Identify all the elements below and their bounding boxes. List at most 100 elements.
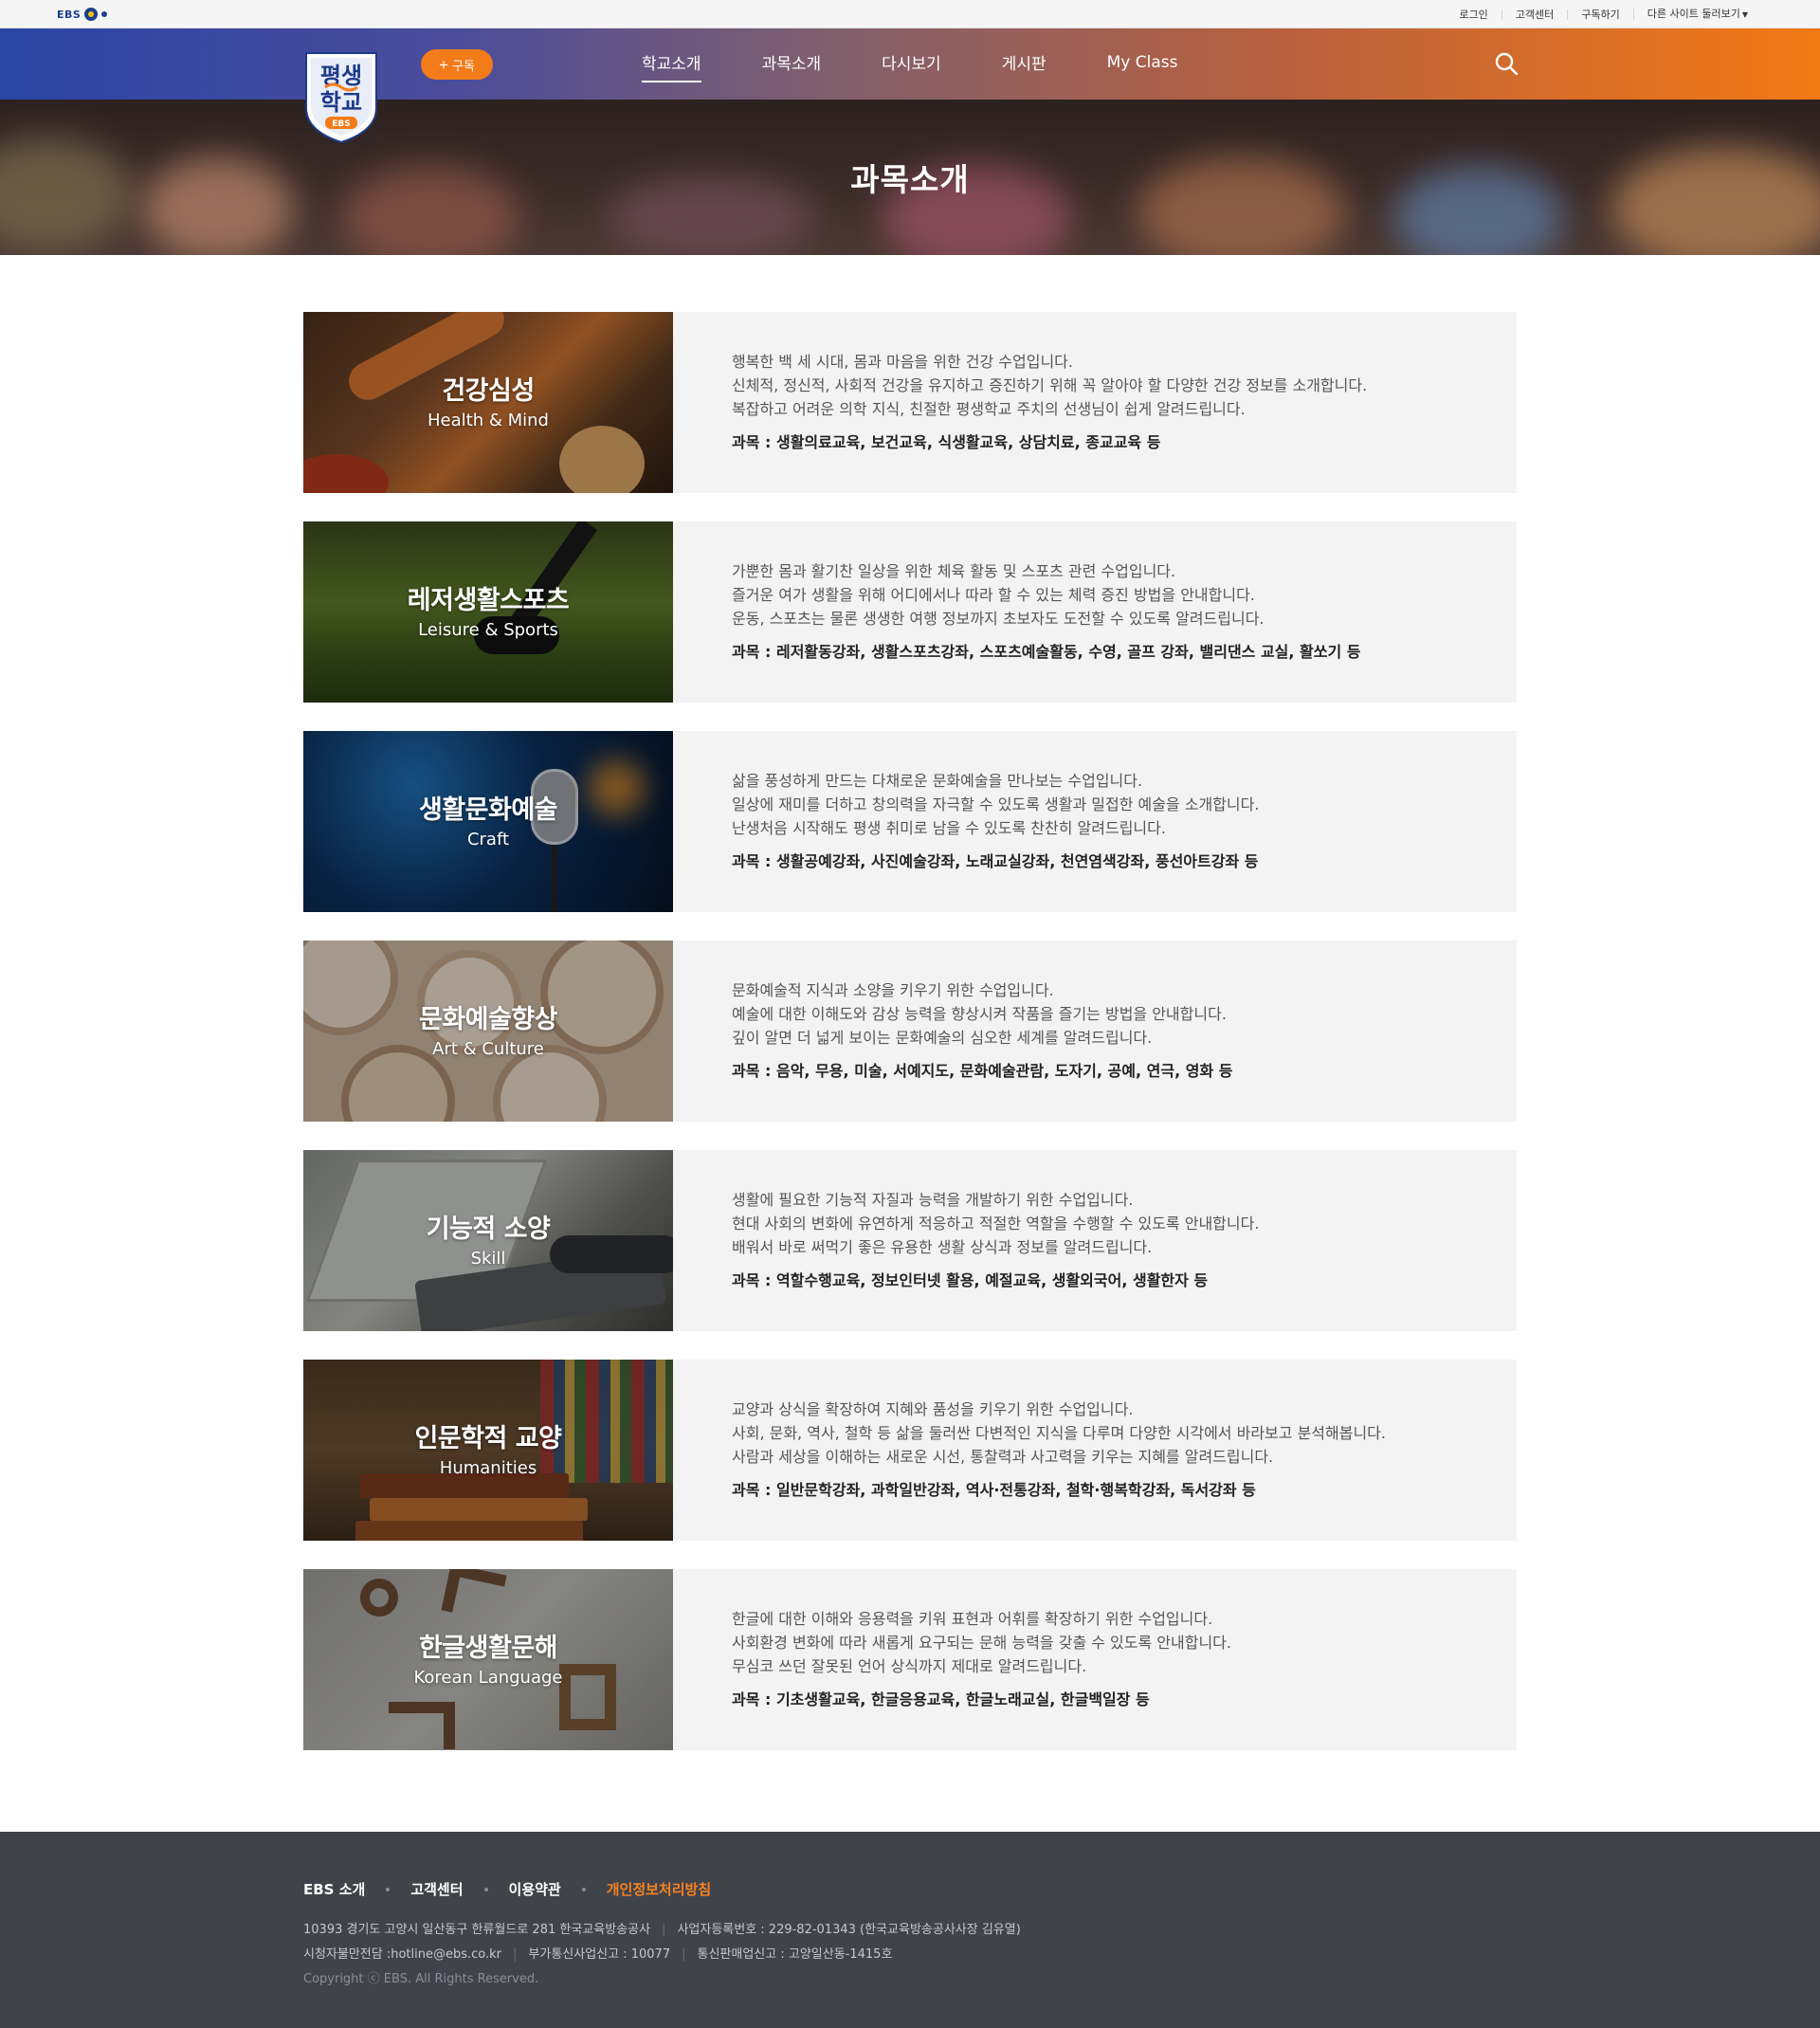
footer-hotline: 시청자불만전담 :hotline@ebs.co.kr — [303, 1947, 502, 1962]
description-line: 행복한 백 세 시대, 몸과 마음을 위한 건강 수업입니다. — [732, 353, 1073, 371]
course-list: 과목 : 일반문학강좌, 과학일반강좌, 역사·전통강좌, 철학·행복학강좌, … — [732, 1481, 1256, 1499]
course-list: 과목 : 레저활동강좌, 생활스포츠강좌, 스포츠예술활동, 수영, 골프 강좌… — [732, 643, 1361, 661]
other-sites-dropdown[interactable]: 다른 사이트 둘러보기 ▼ — [1632, 8, 1761, 20]
plus-icon: + — [439, 55, 448, 74]
footer-customer-center-link[interactable]: 고객센터 — [410, 1879, 463, 1899]
subject-title-ko: 건강심성 — [442, 376, 535, 406]
divider: | — [682, 1947, 686, 1962]
description-line: 일상에 재미를 더하고 창의력을 자극할 수 있도록 생활과 밀접한 예술을 소… — [732, 795, 1260, 813]
footer-info-row: 시청자불만전담 :hotline@ebs.co.kr | 부가통신사업신고 : 10… — [303, 1943, 1021, 1967]
subject-title-ko: 문화예술향상 — [418, 1005, 558, 1034]
nav-replay[interactable]: 다시보기 — [882, 50, 941, 78]
bullet-separator — [483, 1887, 488, 1891]
global-nav: 학교소개 과목소개 다시보기 게시판 My Class — [642, 28, 1238, 100]
subject-title-ko: 기능적 소양 — [426, 1215, 551, 1244]
footer-copyright: Copyright ⓒ EBS. All Rights Reserved. — [303, 1972, 539, 1986]
description-line: 난생처음 시작해도 평생 취미로 남을 수 있도록 찬찬히 알려드립니다. — [732, 819, 1166, 837]
utility-bar: EBS 로그인 고객센터 구독하기 다른 사이트 둘러보기 ▼ — [0, 0, 1820, 28]
subject-list: 건강심성 Health & Mind 행복한 백 세 시대, 몸과 마음을 위한… — [303, 312, 1517, 1779]
description-line: 무심코 쓰던 잘못된 언어 상식까지 제대로 알려드립니다. — [732, 1657, 1087, 1675]
course-list: 과목 : 생활의료교육, 보건교육, 식생활교육, 상담치료, 종교교육 등 — [732, 433, 1161, 451]
description-line: 문화예술적 지식과 소양을 키우기 위한 수업입니다. — [732, 981, 1054, 999]
description-line: 사회, 문화, 역사, 철학 등 삶을 둘러싼 다변적인 지식을 다루며 다양한… — [732, 1424, 1386, 1442]
subject-card-health: 건강심성 Health & Mind 행복한 백 세 시대, 몸과 마음을 위한… — [303, 312, 1517, 493]
subject-thumbnail[interactable]: 건강심성 Health & Mind — [303, 312, 673, 493]
subject-thumbnail[interactable]: 생활문화예술 Craft — [303, 731, 673, 912]
description-line: 예술에 대한 이해도와 감상 능력을 향상시켜 작품을 즐기는 방법을 안내합니… — [732, 1005, 1227, 1023]
subject-thumbnail[interactable]: 문화예술향상 Art & Culture — [303, 941, 673, 1122]
logo-line2: 학교 — [320, 89, 362, 116]
nav-subject-intro[interactable]: 과목소개 — [762, 50, 822, 78]
page-title: 과목소개 — [850, 161, 970, 198]
subject-card-korean-language: 한글생활문해 Korean Language 한글에 대한 이해와 응용력을 키… — [303, 1569, 1517, 1750]
footer-privacy-link[interactable]: 개인정보처리방침 — [607, 1879, 711, 1899]
subject-title-en: Humanities — [439, 1458, 537, 1478]
subject-title-ko: 한글생활문해 — [418, 1634, 558, 1663]
school-logo[interactable]: 평생 학교 EBS — [302, 49, 380, 144]
subject-title-en: Health & Mind — [428, 411, 549, 430]
login-link[interactable]: 로그인 — [1446, 9, 1501, 20]
divider: | — [513, 1947, 518, 1962]
description-line: 가뿐한 몸과 활기찬 일상을 위한 체육 활동 및 스포츠 관련 수업입니다. — [732, 562, 1176, 580]
course-list: 과목 : 음악, 무용, 미술, 서예지도, 문화예술관람, 도자기, 공예, … — [732, 1062, 1233, 1080]
description-line: 한글에 대한 이해와 응용력을 키워 표현과 어휘를 확장하기 위한 수업입니다… — [732, 1610, 1213, 1628]
subscribe-label: 구독 — [452, 58, 475, 73]
customer-center-link[interactable]: 고객센터 — [1501, 9, 1567, 20]
footer-company-info: 10393 경기도 고양시 일산동구 한류월드로 281 한국교육방송공사 | 사업… — [303, 1918, 1021, 1967]
nav-my-class[interactable]: My Class — [1107, 53, 1178, 76]
footer-biz-no: 사업자등록번호 : 229-82-01343 (한국교육방송공사사장 김유열) — [677, 1923, 1021, 1937]
ebs-logo-mark-icon — [84, 8, 99, 21]
ebs-logo[interactable]: EBS — [57, 6, 108, 23]
subject-thumbnail[interactable]: 인문학적 교양 Humanities — [303, 1360, 673, 1541]
description-line: 운동, 스포츠는 물론 생생한 여행 정보까지 초보자도 도전할 수 있도록 알… — [732, 610, 1265, 628]
footer-telecom: 부가통신사업신고 : 10077 — [528, 1947, 671, 1962]
nav-board[interactable]: 게시판 — [1002, 50, 1046, 78]
description-line: 생활에 필요한 기능적 자질과 능력을 개발하기 위한 수업입니다. — [732, 1191, 1134, 1209]
subscribe-button[interactable]: + 구독 — [421, 49, 493, 80]
hero-banner: 과목소개 — [0, 100, 1820, 255]
nav-school-intro[interactable]: 학교소개 — [642, 50, 701, 82]
subject-card-art-culture: 문화예술향상 Art & Culture 문화예술적 지식과 소양을 키우기 위… — [303, 941, 1517, 1122]
subject-title-ko: 생활문화예술 — [418, 795, 558, 825]
subject-description: 행복한 백 세 시대, 몸과 마음을 위한 건강 수업입니다. 신체적, 정신적… — [673, 312, 1517, 493]
subject-card-humanities: 인문학적 교양 Humanities 교양과 상식을 확장하여 지혜와 품성을 … — [303, 1360, 1517, 1541]
footer-info-row: 10393 경기도 고양시 일산동구 한류월드로 281 한국교육방송공사 | 사업… — [303, 1918, 1021, 1943]
subject-description: 한글에 대한 이해와 응용력을 키워 표현과 어휘를 확장하기 위한 수업입니다… — [673, 1569, 1517, 1750]
bullet-separator — [386, 1887, 391, 1891]
footer-terms-link[interactable]: 이용약관 — [509, 1879, 561, 1899]
course-list: 과목 : 기초생활교육, 한글응용교육, 한글노래교실, 한글백일장 등 — [732, 1690, 1150, 1708]
course-list: 과목 : 생활공예강좌, 사진예술강좌, 노래교실강좌, 천연염색강좌, 풍선아… — [732, 852, 1259, 870]
subject-description: 생활에 필요한 기능적 자질과 능력을 개발하기 위한 수업입니다. 현대 사회… — [673, 1150, 1517, 1331]
footer-links: EBS 소개 고객센터 이용약관 개인정보처리방침 — [303, 1879, 711, 1899]
description-line: 사람과 세상을 이해하는 새로운 시선, 통찰력과 사고력을 키우는 지혜를 알… — [732, 1448, 1274, 1466]
search-icon[interactable] — [1493, 50, 1520, 77]
subject-thumbnail[interactable]: 레저생활스포츠 Leisure & Sports — [303, 521, 673, 703]
logo-badge: EBS — [332, 119, 351, 129]
footer-address: 10393 경기도 고양시 일산동구 한류월드로 281 한국교육방송공사 — [303, 1923, 651, 1937]
subject-title-en: Skill — [470, 1249, 506, 1269]
footer-ebs-intro-link[interactable]: EBS 소개 — [303, 1879, 365, 1899]
footer-mail-order: 통신판매업신고 : 고양일산동-1415호 — [697, 1947, 893, 1962]
subject-title-ko: 인문학적 교양 — [414, 1424, 562, 1453]
subject-description: 삶을 풍성하게 만드는 다채로운 문화예술을 만나보는 수업입니다. 일상에 재… — [673, 731, 1517, 912]
description-line: 깊이 알면 더 넓게 보이는 문화예술의 심오한 세계를 알려드립니다. — [732, 1029, 1153, 1047]
subject-thumbnail[interactable]: 한글생활문해 Korean Language — [303, 1569, 673, 1750]
subscribe-link[interactable]: 구독하기 — [1567, 9, 1632, 20]
subject-card-leisure: 레저생활스포츠 Leisure & Sports 가뿐한 몸과 활기찬 일상을 … — [303, 521, 1517, 703]
course-list: 과목 : 역할수행교육, 정보인터넷 활용, 예절교육, 생활외국어, 생활한자… — [732, 1271, 1209, 1289]
footer: EBS 소개 고객센터 이용약관 개인정보처리방침 10393 경기도 고양시 … — [0, 1832, 1820, 2028]
other-sites-label: 다른 사이트 둘러보기 — [1647, 8, 1740, 20]
subject-title-ko: 레저생활스포츠 — [407, 586, 570, 615]
subject-description: 교양과 상식을 확장하여 지혜와 품성을 키우기 위한 수업입니다. 사회, 문… — [673, 1360, 1517, 1541]
caret-down-icon: ▼ — [1741, 10, 1748, 19]
description-line: 사회환경 변화에 따라 새롭게 요구되는 문해 능력을 갖출 수 있도록 안내합… — [732, 1634, 1231, 1652]
ebs-logo-text: EBS — [57, 8, 82, 21]
subject-title-en: Leisure & Sports — [418, 620, 558, 640]
ebs-logo-dot-icon — [101, 11, 108, 17]
description-line: 즐거운 여가 생활을 위해 어디에서나 따라 할 수 있는 체력 증진 방법을 … — [732, 586, 1255, 604]
description-line: 교양과 상식을 확장하여 지혜와 품성을 키우기 위한 수업입니다. — [732, 1400, 1134, 1418]
subject-title-en: Korean Language — [413, 1668, 563, 1688]
subject-card-skill: 기능적 소양 Skill 생활에 필요한 기능적 자질과 능력을 개발하기 위한… — [303, 1150, 1517, 1331]
subject-thumbnail[interactable]: 기능적 소양 Skill — [303, 1150, 673, 1331]
description-line: 신체적, 정신적, 사회적 건강을 유지하고 증진하기 위해 꼭 알아야 할 다… — [732, 376, 1368, 394]
